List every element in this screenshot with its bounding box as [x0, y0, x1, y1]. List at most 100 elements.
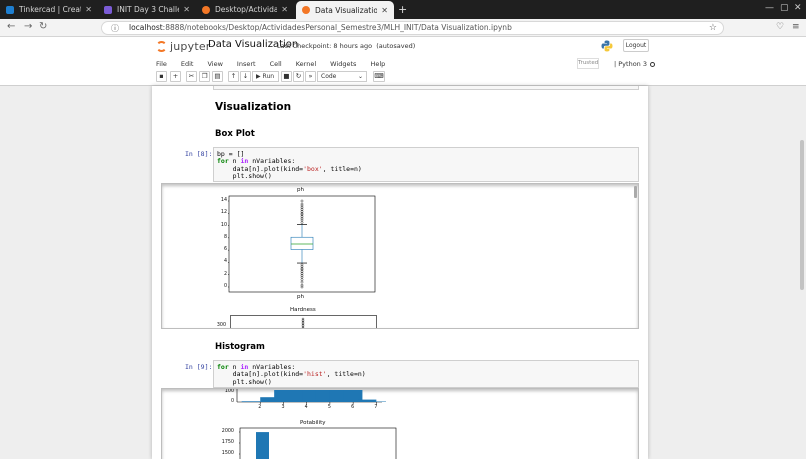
reload-icon[interactable]: ↻	[39, 21, 47, 32]
devpost-favicon-icon	[104, 5, 112, 14]
move-down-icon[interactable]: ↓	[240, 71, 251, 82]
output-scrollbar[interactable]	[634, 186, 637, 198]
hist-ytick-label: 0	[230, 399, 234, 404]
python-logo-icon	[601, 40, 613, 52]
run-label: Run	[262, 73, 275, 80]
jupyter-header: jupyter Data Visualization Last Checkpoi…	[0, 37, 806, 86]
page-scrollbar[interactable]	[800, 140, 804, 290]
cell-8-output[interactable]: ph 0 2 4 6 8 10 12 14 ph Hardness 300	[161, 183, 639, 329]
cell-type-select[interactable]: Code ⌄	[317, 71, 367, 82]
url-field[interactable]: ⓘ localhost:8888/notebooks/Desktop/Activ…	[101, 21, 724, 35]
browser-tab-desktop[interactable]: Desktop/ActividadesPers ✕	[196, 0, 294, 19]
browser-tab-data-visualization[interactable]: Data Visualization - Jupy ✕	[296, 1, 394, 19]
kernel-idle-icon	[650, 61, 655, 67]
menu-edit[interactable]: Edit	[181, 58, 194, 70]
move-up-icon[interactable]: ↑	[228, 71, 239, 82]
hist-xtick-label: 7	[374, 405, 378, 410]
logout-button[interactable]: Logout	[623, 39, 649, 52]
minimize-icon[interactable]: —	[765, 3, 774, 13]
ph-ytick-label: 14	[220, 198, 227, 203]
potability-histogram	[239, 427, 397, 459]
hardness-axes-frame	[230, 315, 377, 328]
browser-tab-bar: Tinkercad | Create 3D di ✕ INIT Day 3 Ch…	[0, 0, 806, 19]
bookmark-star-icon[interactable]: ☆	[709, 22, 717, 34]
interrupt-icon[interactable]: ■	[281, 71, 292, 82]
hist-xtick-label: 6	[351, 405, 355, 410]
jupyter-logo[interactable]: jupyter	[156, 40, 211, 53]
ph-box	[290, 236, 314, 250]
menu-kernel[interactable]: Kernel	[296, 58, 316, 70]
menu-bar: File Edit View Insert Cell Kernel Widget…	[156, 58, 399, 70]
address-bar-row: ← → ↻ ⓘ localhost:8888/notebooks/Desktop…	[0, 19, 806, 37]
potability-bar	[256, 432, 269, 459]
trusted-indicator[interactable]: Trusted	[577, 58, 599, 69]
checkpoint-text: Last Checkpoint: 8 hours ago	[277, 42, 373, 50]
cut-icon[interactable]: ✂	[186, 71, 197, 82]
ph-outlier-point	[300, 278, 304, 281]
restart-run-all-icon[interactable]: »	[305, 71, 316, 82]
save-icon[interactable]: ▪	[156, 71, 167, 82]
close-tab-icon[interactable]: ✕	[381, 6, 388, 15]
heading-visualization: Visualization	[215, 101, 292, 113]
paste-icon[interactable]: ▤	[212, 71, 223, 82]
restart-icon[interactable]: ↻	[293, 71, 304, 82]
close-tab-icon[interactable]: ✕	[281, 5, 288, 14]
forward-icon[interactable]: →	[24, 21, 32, 32]
menu-help[interactable]: Help	[370, 58, 385, 70]
jupyter-orb-icon	[156, 41, 167, 52]
tab-title: Tinkercad | Create 3D di	[19, 5, 81, 14]
close-tab-icon[interactable]: ✕	[183, 5, 190, 14]
hist-xtick-label: 4	[304, 405, 308, 410]
new-tab-button[interactable]: +	[398, 3, 407, 16]
hist-xtick-label: 3	[281, 405, 285, 410]
insert-cell-icon[interactable]: +	[170, 71, 181, 82]
code-token: plt.show()	[217, 377, 272, 386]
browser-tab-tinkercad[interactable]: Tinkercad | Create 3D di ✕	[0, 0, 98, 19]
menu-widgets[interactable]: Widgets	[330, 58, 356, 70]
hardness-outliers	[301, 317, 305, 328]
ph-outlier-point	[300, 221, 304, 224]
run-button[interactable]: ▶ Run	[252, 71, 279, 82]
ph-xtick-label: ph	[297, 294, 304, 300]
cell-9-output[interactable]: 100 0 2 3 4 5 6 7 Potability 2000 1750 1500	[161, 388, 639, 459]
copy-icon[interactable]: ❐	[199, 71, 210, 82]
hardness-box-plot	[230, 315, 377, 328]
keyboard-icon[interactable]: ⌨	[373, 71, 385, 82]
close-tab-icon[interactable]: ✕	[85, 5, 92, 14]
pocket-icon[interactable]: ♡	[776, 22, 784, 32]
jupyter-favicon-icon	[202, 5, 210, 14]
checkpoint-status: Last Checkpoint: 8 hours ago (autosaved)	[277, 42, 415, 50]
back-icon[interactable]: ←	[7, 21, 15, 32]
ph-outlier-point	[300, 199, 304, 203]
cell-type-value: Code	[321, 73, 337, 80]
code-token: plt.show()	[217, 172, 272, 181]
code-line: plt.show()	[217, 377, 635, 386]
browser-tab-init-day3[interactable]: INIT Day 3 Challenges ✕	[98, 0, 196, 19]
menu-cell[interactable]: Cell	[270, 58, 282, 70]
menu-view[interactable]: View	[207, 58, 222, 70]
tab-title: Data Visualization - Jupy	[315, 5, 378, 15]
potability-ytick-label: 1500	[221, 451, 234, 456]
menu-file[interactable]: File	[156, 58, 167, 70]
tinkercad-favicon-icon	[6, 5, 14, 14]
ph-ytick-label: 12	[220, 210, 227, 216]
code-line: data[n].plot(kind='box', title=n)	[217, 165, 635, 173]
code-cell-8[interactable]: bp = [] for n in nVariables: data[n].plo…	[213, 147, 639, 182]
hist-xtick-label: 5	[327, 405, 331, 410]
code-cell-9[interactable]: for n in nVariables: data[n].plot(kind='…	[213, 360, 639, 388]
ph-histogram	[236, 389, 386, 404]
hist-xtick-label: 2	[258, 405, 262, 410]
code-token: 'hist'	[303, 370, 327, 379]
site-info-icon[interactable]: ⓘ	[111, 23, 119, 35]
ph-plot-title: ph	[297, 187, 304, 193]
menu-insert[interactable]: Insert	[237, 58, 256, 70]
kernel-name: Python 3	[618, 60, 647, 68]
previous-cell[interactable]	[213, 86, 639, 90]
tab-title: Desktop/ActividadesPers	[215, 5, 278, 14]
jupyter-wordmark: jupyter	[170, 40, 211, 53]
maximize-icon[interactable]: ▢	[780, 3, 789, 13]
potability-ytick-label: 1750	[221, 440, 234, 445]
close-window-icon[interactable]: ✕	[794, 3, 802, 13]
menu-icon[interactable]: ≡	[792, 22, 800, 32]
ph-ytick-label: 0	[223, 284, 227, 289]
